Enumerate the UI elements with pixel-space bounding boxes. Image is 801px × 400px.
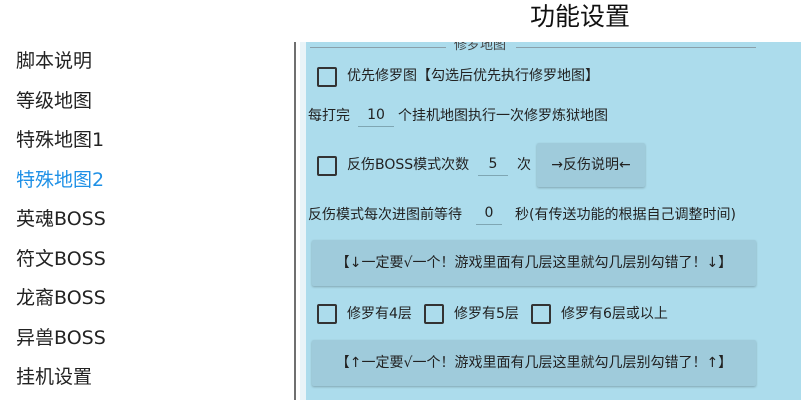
floor-4-checkbox[interactable] xyxy=(317,304,337,324)
page-title: 功能设置 xyxy=(530,2,631,31)
wait-prefix-text: 反伤模式每次进图前等待 xyxy=(308,207,462,223)
wait-seconds-input[interactable]: 0 xyxy=(476,202,502,225)
section-border-left xyxy=(310,47,446,48)
sidebar-item-beast-boss[interactable]: 异兽BOSS xyxy=(16,322,106,354)
reflect-checkbox[interactable] xyxy=(317,156,337,176)
section-title: 修罗地图 xyxy=(452,42,509,54)
wait-suffix-text: 秒(有传送功能的根据自己调整时间) xyxy=(515,207,736,223)
settings-panel: 修罗地图 优先修罗图【勾选后优先执行修罗地图】 每打完 10 个挂机地图执行一次… xyxy=(306,42,801,400)
sidebar-item-rune-boss[interactable]: 符文BOSS xyxy=(16,243,106,275)
floor-6-label: 修罗有6层或以上 xyxy=(561,306,668,322)
sidebar-item-idle-settings[interactable]: 挂机设置 xyxy=(16,361,92,393)
sidebar: 脚本说明 等级地图 特殊地图1 特殊地图2 英魂BOSS 符文BOSS 龙裔BO… xyxy=(0,42,294,400)
sidebar-divider xyxy=(294,42,296,400)
sidebar-item-hero-soul-boss[interactable]: 英魂BOSS xyxy=(16,203,106,235)
reflect-help-button[interactable]: →反伤说明← xyxy=(537,143,645,187)
priority-checkbox-label: 优先修罗图【勾选后优先执行修罗地图】 xyxy=(347,68,599,84)
section-border-right xyxy=(516,47,756,48)
every-suffix-text: 个挂机地图执行一次修罗炼狱地图 xyxy=(398,108,608,124)
reflect-count-input[interactable]: 5 xyxy=(478,153,508,176)
floor-5-checkbox[interactable] xyxy=(424,304,444,324)
every-prefix-text: 每打完 xyxy=(308,108,350,124)
priority-checkbox[interactable] xyxy=(317,67,337,87)
notice-down-button[interactable]: 【↓一定要√一个！游戏里面有几层这里就勾几层别勾错了！↓】 xyxy=(312,240,756,286)
every-count-input[interactable]: 10 xyxy=(358,104,394,127)
reflect-checkbox-label: 反伤BOSS模式次数 xyxy=(347,157,470,173)
reflect-unit-text: 次 xyxy=(517,157,531,173)
sidebar-item-dragon-boss[interactable]: 龙裔BOSS xyxy=(16,282,106,314)
floor-4-label: 修罗有4层 xyxy=(347,306,412,322)
sidebar-item-level-map[interactable]: 等级地图 xyxy=(16,85,92,117)
sidebar-item-script-guide[interactable]: 脚本说明 xyxy=(16,45,92,77)
floor-5-label: 修罗有5层 xyxy=(454,306,519,322)
sidebar-item-special-map-2[interactable]: 特殊地图2 xyxy=(16,164,104,196)
floor-6-checkbox[interactable] xyxy=(531,304,551,324)
sidebar-item-special-map-1[interactable]: 特殊地图1 xyxy=(16,124,104,156)
notice-up-button[interactable]: 【↑一定要√一个！游戏里面有几层这里就勾几层别勾错了！↑】 xyxy=(312,340,756,386)
